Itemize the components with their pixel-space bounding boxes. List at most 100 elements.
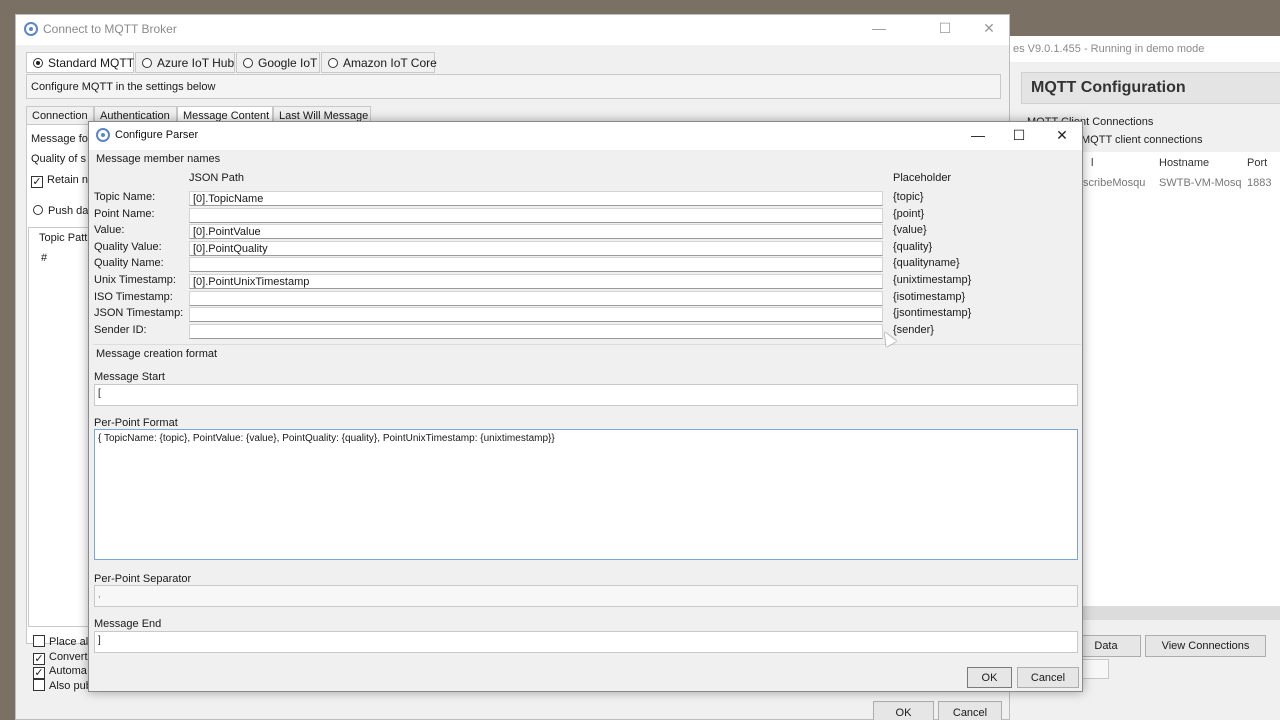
retain-checkbox[interactable]: ✓ Retain n bbox=[31, 174, 88, 188]
place-all-label: Place all bbox=[49, 636, 91, 648]
radio-standard-mqtt[interactable]: Standard MQTT bbox=[26, 52, 134, 73]
close-icon[interactable]: ✕ bbox=[967, 15, 1011, 43]
tab-connection[interactable]: Connection bbox=[26, 106, 94, 125]
gear-icon bbox=[24, 22, 38, 36]
checkbox-checked-icon: ✓ bbox=[31, 176, 43, 188]
also-publish-label: Also pub bbox=[49, 680, 92, 692]
topic-pattern-header: Topic Patt bbox=[39, 232, 88, 244]
radio-unselected-icon bbox=[243, 58, 253, 68]
sender-placeholder: {sender} bbox=[893, 324, 934, 336]
maximize-icon[interactable]: ☐ bbox=[923, 15, 967, 43]
minimize-icon[interactable]: — bbox=[857, 15, 901, 43]
point-placeholder: {point} bbox=[893, 208, 925, 220]
qualityname-placeholder: {qualityname} bbox=[893, 257, 960, 269]
parser-titlebar[interactable]: Configure Parser — ☐ ✕ bbox=[89, 122, 1082, 150]
client-connections-desc: MQTT client connections bbox=[1081, 134, 1203, 146]
per-point-separator-label: Per-Point Separator bbox=[94, 573, 192, 585]
message-end-input[interactable]: ] bbox=[94, 631, 1078, 653]
convert-label: Convert bbox=[49, 651, 88, 663]
message-start-label: Message Start bbox=[94, 371, 165, 383]
json-path-column-header: JSON Path bbox=[189, 172, 245, 184]
iso-timestamp-label: ISO Timestamp: bbox=[94, 291, 173, 303]
parser-ok-button[interactable]: OK bbox=[967, 667, 1012, 688]
point-name-json-path-input[interactable] bbox=[189, 208, 883, 223]
checkbox-unchecked-icon bbox=[33, 679, 45, 691]
radio-azure-label: Azure IoT Hub bbox=[157, 56, 235, 70]
unixtimestamp-placeholder: {unixtimestamp} bbox=[893, 274, 972, 286]
message-creation-format-heading: Message creation format bbox=[96, 348, 218, 360]
parser-dialog-title: Configure Parser bbox=[115, 129, 199, 141]
per-point-format-textarea[interactable]: { TopicName: {topic}, PointValue: {value… bbox=[94, 429, 1078, 560]
checkbox-checked-icon: ✓ bbox=[33, 653, 45, 665]
configure-hint: Configure MQTT in the settings below bbox=[26, 74, 1001, 99]
message-format-label: Message fo bbox=[31, 133, 88, 145]
connection-name-cell: scribeMosqu bbox=[1083, 177, 1146, 189]
quality-name-label: Quality Name: bbox=[94, 257, 164, 269]
radio-unselected-icon bbox=[142, 58, 152, 68]
quality-name-json-path-input[interactable] bbox=[189, 257, 883, 272]
connection-hostname-cell: SWTB-VM-Mosq bbox=[1159, 177, 1242, 189]
radio-selected-icon bbox=[33, 58, 43, 68]
connection-port-cell: 1883 bbox=[1247, 177, 1272, 189]
unix-timestamp-json-path-input[interactable]: [0].PointUnixTimestamp bbox=[189, 274, 883, 289]
radio-standard-mqtt-label: Standard MQTT bbox=[48, 56, 135, 70]
broker-cancel-button[interactable]: Cancel bbox=[938, 701, 1002, 720]
topic-placeholder: {topic} bbox=[893, 191, 924, 203]
section-divider bbox=[93, 344, 1081, 345]
gear-icon bbox=[96, 128, 110, 142]
parser-cancel-button[interactable]: Cancel bbox=[1017, 667, 1079, 688]
radio-amazon-iot-core[interactable]: Amazon IoT Core bbox=[321, 52, 437, 73]
quality-value-json-path-input[interactable]: [0].PointQuality bbox=[189, 241, 883, 256]
column-header-port[interactable]: Port bbox=[1247, 157, 1267, 169]
json-timestamp-json-path-input[interactable] bbox=[189, 307, 883, 322]
message-end-label: Message End bbox=[94, 618, 162, 630]
quality-of-service-label: Quality of s bbox=[31, 153, 87, 165]
broker-ok-button[interactable]: OK bbox=[873, 701, 934, 720]
configure-parser-dialog: Configure Parser — ☐ ✕ Message member na… bbox=[88, 121, 1083, 692]
per-point-format-label: Per-Point Format bbox=[94, 417, 178, 429]
place-all-checkbox[interactable]: Place all bbox=[33, 635, 91, 648]
per-point-separator-input[interactable]: , bbox=[94, 585, 1078, 607]
value-json-path-input[interactable]: [0].PointValue bbox=[189, 224, 883, 239]
column-header-hostname[interactable]: Hostname bbox=[1159, 157, 1209, 169]
background-app-title: es V9.0.1.455 - Running in demo mode bbox=[1009, 36, 1280, 62]
value-placeholder: {value} bbox=[893, 224, 927, 236]
checkbox-checked-icon: ✓ bbox=[33, 667, 45, 679]
close-icon[interactable]: ✕ bbox=[1040, 122, 1084, 150]
placeholder-column-header: Placeholder bbox=[893, 172, 952, 184]
message-member-names-heading: Message member names bbox=[96, 153, 221, 165]
radio-unselected-icon bbox=[33, 205, 43, 215]
topic-name-label: Topic Name: bbox=[94, 191, 156, 203]
iso-timestamp-json-path-input[interactable] bbox=[189, 291, 883, 306]
json-timestamp-label: JSON Timestamp: bbox=[94, 307, 184, 319]
convert-checkbox[interactable]: ✓ Convert bbox=[33, 651, 88, 665]
sender-id-label: Sender ID: bbox=[94, 324, 147, 336]
background-input[interactable] bbox=[1081, 659, 1109, 679]
maximize-icon[interactable]: ☐ bbox=[997, 122, 1041, 150]
broker-titlebar[interactable]: Connect to MQTT Broker — ☐ ✕ bbox=[16, 15, 1009, 45]
message-start-input[interactable]: [ bbox=[94, 384, 1078, 406]
point-name-label: Point Name: bbox=[94, 208, 155, 220]
view-connections-button[interactable]: View Connections bbox=[1145, 635, 1266, 657]
jsontimestamp-placeholder: {jsontimestamp} bbox=[893, 307, 972, 319]
radio-google-iot[interactable]: Google IoT bbox=[236, 52, 320, 73]
radio-azure-iot-hub[interactable]: Azure IoT Hub bbox=[135, 52, 235, 73]
value-label: Value: bbox=[94, 224, 125, 236]
isotimestamp-placeholder: {isotimestamp} bbox=[893, 291, 966, 303]
retain-label: Retain n bbox=[47, 174, 88, 186]
automatic-checkbox[interactable]: ✓ Automa bbox=[33, 665, 87, 679]
sender-id-json-path-input[interactable] bbox=[189, 324, 883, 339]
minimize-icon[interactable]: — bbox=[956, 122, 1000, 150]
checkbox-unchecked-icon bbox=[33, 635, 45, 647]
radio-google-label: Google IoT bbox=[258, 56, 318, 70]
topic-pattern-list[interactable]: Topic Patt # bbox=[28, 227, 94, 627]
quality-placeholder: {quality} bbox=[893, 241, 933, 253]
also-publish-checkbox[interactable]: Also pub bbox=[33, 679, 92, 692]
column-header-name[interactable]: l bbox=[1091, 157, 1093, 169]
push-data-radio[interactable]: Push da bbox=[33, 205, 88, 217]
broker-window-title: Connect to MQTT Broker bbox=[43, 22, 177, 36]
topic-name-json-path-input[interactable]: [0].TopicName bbox=[189, 191, 883, 206]
quality-value-label: Quality Value: bbox=[94, 241, 162, 253]
automatic-label: Automa bbox=[49, 665, 87, 677]
topic-pattern-value: # bbox=[41, 252, 48, 264]
